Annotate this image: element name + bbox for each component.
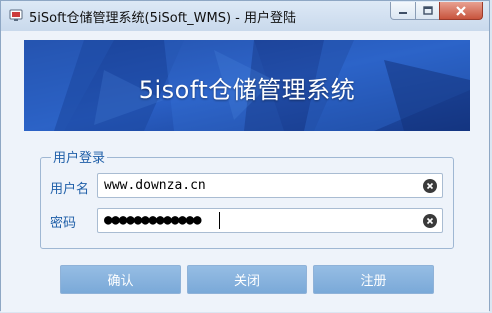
maximize-button[interactable] — [415, 2, 440, 20]
window-title: 5iSoft仓储管理系统(5iSoft_WMS) - 用户登陆 — [29, 11, 296, 26]
register-button[interactable]: 注册 — [313, 265, 434, 294]
password-value: ●●●●●●●●●●●●● — [104, 212, 202, 228]
clear-icon — [426, 217, 434, 225]
text-caret — [219, 212, 220, 229]
username-field[interactable]: www.downza.cn — [97, 173, 443, 198]
client-area: 5isoft仓储管理系统 用户登录 用户名 www.downza.cn 密码 ●… — [1, 31, 489, 312]
login-group-legend: 用户登录 — [51, 147, 108, 166]
banner-title: 5isoft仓储管理系统 — [138, 76, 356, 104]
confirm-button[interactable]: 确认 — [60, 265, 181, 294]
close-icon — [456, 5, 466, 16]
minimize-icon — [399, 11, 407, 14]
clear-icon — [426, 182, 434, 190]
username-value: www.downza.cn — [104, 178, 206, 193]
maximize-icon — [422, 6, 433, 15]
clear-username-button[interactable] — [423, 179, 437, 193]
clear-password-button[interactable] — [423, 214, 437, 228]
app-icon — [9, 9, 23, 21]
password-field[interactable]: ●●●●●●●●●●●●● — [97, 208, 443, 233]
login-window: 5iSoft仓储管理系统(5iSoft_WMS) - 用户登陆 5isoft仓储… — [0, 0, 490, 312]
minimize-button[interactable] — [390, 2, 416, 20]
banner: 5isoft仓储管理系统 — [24, 40, 470, 131]
username-label: 用户名 — [50, 182, 90, 197]
close-button[interactable]: 关闭 — [187, 265, 307, 294]
close-window-button[interactable] — [439, 2, 483, 20]
login-group — [40, 157, 454, 249]
title-bar[interactable]: 5iSoft仓储管理系统(5iSoft_WMS) - 用户登陆 — [1, 1, 489, 31]
password-label: 密码 — [50, 216, 77, 231]
